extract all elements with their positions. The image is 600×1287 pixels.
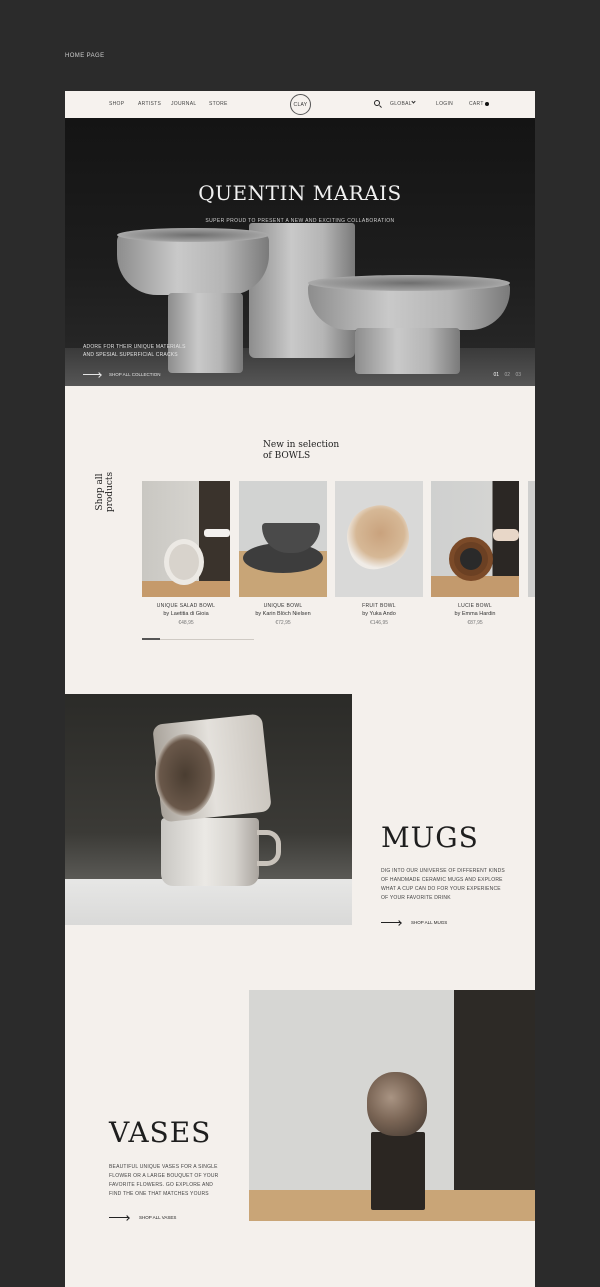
slide-pagination: 01 02 03 bbox=[490, 372, 521, 378]
vases-description: BEAUTIFUL UNIQUE VASES FOR A SINGLE FLOW… bbox=[109, 1164, 219, 1197]
selection-title-line-2: of BOWLS bbox=[263, 451, 311, 461]
arrow-right-icon bbox=[109, 1217, 129, 1218]
selection-title-line-1: New in selection bbox=[263, 440, 340, 450]
arrow-right-icon bbox=[83, 374, 101, 375]
bottom-mug bbox=[161, 818, 259, 886]
nav-cart[interactable]: CART bbox=[469, 101, 484, 107]
bowl-shape bbox=[340, 499, 416, 575]
product-price: €87,95 bbox=[467, 620, 483, 626]
hand-shape bbox=[204, 529, 230, 537]
product-card[interactable]: UNIQUE BOWL by Karin Blöch Nielsen €72,9… bbox=[239, 481, 327, 626]
hero-banner: QUENTIN MARAIS SUPER PROUD TO PRESENT A … bbox=[65, 118, 535, 386]
shop-all-products-link[interactable]: Shop all products bbox=[95, 462, 115, 522]
product-artist: by Yuka Ando bbox=[362, 611, 396, 617]
product-card[interactable]: UNIQUE SALAD BOWL by Laetitia di Gioia €… bbox=[142, 481, 230, 626]
shop-all-mugs-label: SHOP ALL MUGS bbox=[411, 920, 448, 925]
chevron-down-icon[interactable] bbox=[411, 99, 416, 104]
hero-title: QUENTIN MARAIS bbox=[198, 181, 402, 205]
bowl-inner bbox=[460, 548, 482, 570]
top-nav: SHOP ARTISTS JOURNAL STORE CLAY GLOBAL L… bbox=[65, 91, 535, 118]
nav-store[interactable]: STORE bbox=[209, 101, 228, 107]
shop-all-line-2: products bbox=[105, 471, 115, 513]
product-name: LUCIE BOWL bbox=[458, 603, 492, 609]
product-name: UNIQUE SALAD BOWL bbox=[156, 603, 216, 609]
vase-stone bbox=[367, 1072, 427, 1136]
cart-indicator bbox=[485, 102, 489, 106]
bottom-mug-handle bbox=[257, 830, 281, 866]
shop-all-collection-label: SHOP ALL COLLECTION bbox=[109, 372, 161, 377]
product-name: FRUIT BOWL bbox=[362, 603, 396, 609]
product-image[interactable] bbox=[431, 481, 519, 597]
product-artist: by Karin Blöch Nielsen bbox=[255, 611, 311, 617]
mugs-image[interactable] bbox=[65, 694, 352, 925]
product-card[interactable]: LUCIE BOWL by Emma Hardin €87,95 bbox=[431, 481, 519, 626]
product-artist: by Emma Hardin bbox=[454, 611, 496, 617]
nav-shop[interactable]: SHOP bbox=[109, 101, 124, 107]
website-frame: SHOP ARTISTS JOURNAL STORE CLAY GLOBAL L… bbox=[65, 91, 535, 1287]
product-price: €48,95 bbox=[178, 620, 194, 626]
product-price: €72,95 bbox=[275, 620, 291, 626]
hero-note-line-2: AND SPESIAL SUPERFICIAL CRACKS bbox=[83, 352, 178, 358]
top-mug-opening bbox=[155, 734, 215, 816]
hand-shape bbox=[493, 529, 519, 541]
slide-02[interactable]: 02 bbox=[504, 372, 510, 378]
page-caption: HOME PAGE bbox=[65, 53, 105, 59]
left-bowl-rim bbox=[117, 228, 269, 242]
product-card[interactable]: FRUIT BOWL by Yuka Ando €146,95 bbox=[335, 481, 423, 626]
region-selector[interactable]: GLOBAL bbox=[390, 101, 412, 107]
mugs-title: MUGS bbox=[381, 821, 479, 854]
nav-artists[interactable]: ARTISTS bbox=[138, 101, 161, 107]
arrow-right-icon bbox=[381, 922, 401, 923]
bowl-shape bbox=[164, 539, 204, 585]
shop-all-vases-label: SHOP ALL VASES bbox=[139, 1215, 177, 1220]
product-image[interactable] bbox=[528, 481, 535, 597]
slide-01[interactable]: 01 bbox=[494, 372, 500, 378]
mugs-description: DIG INTO OUR UNIVERSE OF DIFFERENT KINDS… bbox=[381, 868, 505, 901]
bowl-shape bbox=[449, 537, 493, 581]
hero-note-line-1: ADORE FOR THEIR UNIQUE MATERIALS bbox=[83, 344, 186, 350]
selection-title: New in selection of BOWLS bbox=[263, 440, 339, 462]
product-price: €146,95 bbox=[369, 620, 389, 626]
product-artist: by Laetitia di Gioia bbox=[163, 611, 209, 617]
product-image[interactable] bbox=[239, 481, 327, 597]
right-bowl-foot bbox=[355, 328, 460, 374]
logo[interactable]: CLAY bbox=[290, 94, 311, 115]
vases-image[interactable] bbox=[249, 990, 535, 1221]
vases-title: VASES bbox=[109, 1116, 212, 1149]
product-card-partial[interactable] bbox=[528, 481, 535, 597]
left-bowl-image bbox=[117, 233, 269, 295]
vase-base bbox=[371, 1132, 425, 1210]
carousel-scrollbar-thumb[interactable] bbox=[142, 638, 160, 640]
hero-note: ADORE FOR THEIR UNIQUE MATERIALS AND SPE… bbox=[83, 343, 223, 359]
hero-subtitle: SUPER PROUD TO PRESENT A NEW AND EXCITIN… bbox=[205, 218, 395, 224]
search-icon[interactable] bbox=[374, 100, 380, 106]
right-bowl-rim bbox=[308, 275, 510, 291]
slide-03[interactable]: 03 bbox=[515, 372, 521, 378]
shop-all-line-1: Shop all bbox=[95, 473, 105, 511]
nav-journal[interactable]: JOURNAL bbox=[171, 101, 196, 107]
product-image[interactable] bbox=[335, 481, 423, 597]
dark-wall bbox=[454, 990, 535, 1190]
product-image[interactable] bbox=[142, 481, 230, 597]
left-bowl-foot bbox=[168, 293, 243, 373]
product-name: UNIQUE BOWL bbox=[263, 603, 303, 609]
nav-login[interactable]: LOGIN bbox=[436, 101, 453, 107]
